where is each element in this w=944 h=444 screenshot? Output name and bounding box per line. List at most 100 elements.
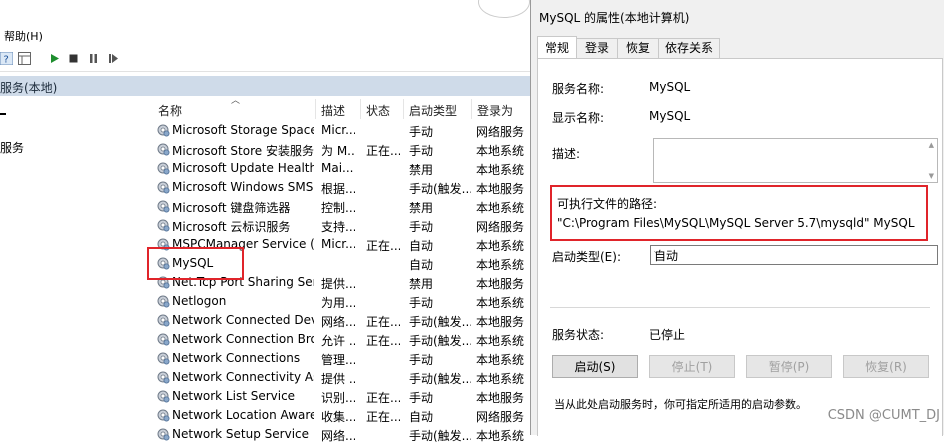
service-startup-type: 手动(触发...	[409, 334, 471, 348]
tab-recovery[interactable]: 恢复	[617, 38, 659, 58]
dialog-title: MySQL 的属性(本地计算机)	[539, 11, 690, 25]
service-description: 提供...	[321, 277, 355, 291]
column-header-description[interactable]: 描述	[321, 102, 345, 119]
service-name-label: 服务名称:	[552, 82, 605, 96]
tree-item-services[interactable]: 服务	[0, 139, 24, 156]
start-button[interactable]: 启动(S)	[552, 355, 638, 378]
service-name: Netlogon	[172, 294, 227, 308]
service-status: 正在...	[366, 315, 400, 329]
startup-type-select[interactable]: 自动 ⌵	[650, 245, 938, 265]
tab-general[interactable]: 常规	[537, 36, 577, 58]
service-name-value: MySQL	[649, 80, 691, 94]
table-row[interactable]: Netlogon 为用... 手动 本地系统	[154, 292, 530, 311]
service-startup-type: 禁用	[409, 163, 434, 177]
service-name: Microsoft Windows SMS ...	[172, 180, 314, 194]
pause-button[interactable]: 暂停(P)	[746, 355, 832, 378]
svg-text:?: ?	[4, 55, 9, 66]
service-description: 支持...	[321, 220, 355, 234]
highlight-box-path: 可执行文件的路径: "C:\Program Files\MySQL\MySQL …	[550, 185, 928, 241]
table-row[interactable]: Microsoft 云标识服务 支持... 手动 网络服务	[154, 216, 530, 235]
service-logon: 网络服务	[476, 410, 525, 424]
service-description: Mai...	[321, 161, 354, 175]
console-icon[interactable]	[18, 52, 31, 65]
description-textbox[interactable]: ▲ ▼	[653, 138, 938, 183]
service-name: Microsoft Update Health...	[172, 161, 314, 175]
gear-icon	[157, 428, 170, 441]
service-status: 正在...	[366, 144, 400, 158]
tab-dependencies[interactable]: 依存关系	[658, 38, 720, 58]
column-header-startup-type[interactable]: 启动类型	[409, 102, 457, 119]
service-name: Network List Service	[172, 389, 296, 403]
table-row[interactable]: Microsoft Update Health... Mai... 禁用 本地系统	[154, 159, 530, 178]
service-logon: 本地系统	[476, 372, 525, 386]
table-row[interactable]: Network Connection Bro... 允许 ... 正在... 手动(触…	[154, 330, 530, 349]
path-label: 可执行文件的路径:	[557, 197, 658, 211]
column-header-status[interactable]: 状态	[366, 102, 390, 119]
description-label: 描述:	[552, 147, 581, 161]
table-row[interactable]: Microsoft 键盘筛选器 控制... 禁用 本地系统	[154, 197, 530, 216]
table-row[interactable]: Network List Service 识别... 正在... 手动 本地服务	[154, 387, 530, 406]
pane-header: 服务(本地)	[0, 76, 530, 96]
table-row[interactable]: Microsoft Store 安装服务为 M... 正在... 手动 本地系统	[154, 140, 530, 159]
service-startup-type: 自动	[409, 239, 434, 253]
service-startup-type: 手动(触发...	[409, 429, 471, 443]
service-startup-type: 手动	[409, 144, 434, 158]
service-logon: 本地系统	[476, 163, 525, 177]
play-icon[interactable]	[48, 52, 61, 65]
service-logon: 本地系统	[476, 296, 525, 310]
service-logon: 网络服务	[476, 220, 525, 234]
scroll-up-icon[interactable]: ▲	[929, 141, 934, 149]
menu-help[interactable]: 帮助(H)	[4, 28, 43, 44]
service-description: Micr...	[321, 123, 355, 137]
service-status: 正在...	[366, 391, 400, 405]
service-status: 正在...	[366, 239, 400, 253]
pause-icon[interactable]	[87, 52, 100, 65]
table-row[interactable]: Network Connections 管理... 手动 本地系统	[154, 349, 530, 368]
divider	[550, 307, 930, 308]
column-divider	[471, 99, 472, 119]
service-name: Microsoft 键盘筛选器	[172, 201, 291, 215]
service-description: 收集...	[321, 410, 355, 424]
scroll-down-icon[interactable]: ▼	[929, 172, 934, 180]
service-logon: 本地系统	[476, 429, 525, 443]
column-header-name[interactable]: 名称	[158, 102, 182, 119]
overlay-window-edge	[478, 0, 530, 18]
service-description: 网络...	[321, 315, 355, 329]
watermark: CSDN @CUMT_DJ	[827, 408, 940, 423]
tab-logon[interactable]: 登录	[576, 38, 618, 58]
column-header-logon[interactable]: 登录为	[477, 102, 513, 119]
table-row[interactable]: Network Connected Devi... 网络... 正在... 手动(触发…	[154, 311, 530, 330]
help-icon[interactable]: ?	[0, 52, 13, 65]
service-description: 控制...	[321, 201, 355, 215]
service-name: Microsoft Storage Space...	[172, 123, 314, 137]
restart-icon[interactable]	[107, 52, 120, 65]
gear-icon	[157, 181, 170, 194]
startup-type-label: 启动类型(E):	[552, 250, 621, 264]
service-startup-type: 自动	[409, 258, 434, 272]
resume-button[interactable]: 恢复(R)	[843, 355, 929, 378]
stop-button[interactable]: 停止(T)	[649, 355, 735, 378]
gear-icon	[157, 162, 170, 175]
stop-icon[interactable]	[67, 52, 80, 65]
service-logon: 网络服务	[476, 125, 525, 139]
service-name: Network Location Aware...	[172, 408, 314, 422]
column-divider	[403, 99, 404, 119]
table-row[interactable]: Microsoft Storage Space... Micr... 手动 网络服务	[154, 121, 530, 140]
properties-dialog: MySQL 的属性(本地计算机) 常规 登录 恢复 依存关系 服务名称: MyS…	[530, 0, 944, 436]
table-row[interactable]: Microsoft Windows SMS ... 根据... 手动(触发... 本地…	[154, 178, 530, 197]
service-description: 识别...	[321, 391, 355, 405]
table-row[interactable]: Network Connectivity Ass... 提供 ... 手动(触发..…	[154, 368, 530, 387]
service-logon: 本地服务	[476, 277, 525, 291]
highlight-box-mysql-row	[147, 247, 244, 280]
service-startup-type: 手动(触发...	[409, 315, 471, 329]
service-name: Network Connection Bro...	[172, 332, 314, 346]
gear-icon	[157, 124, 170, 137]
service-description: 提供 ...	[321, 372, 355, 386]
table-row[interactable]: Network Location Aware... 收集... 正在... 自动 网络服…	[154, 406, 530, 425]
service-description: Micr...	[321, 237, 355, 251]
service-startup-type: 手动	[409, 353, 434, 367]
status-label: 服务状态:	[552, 328, 605, 342]
gear-icon	[157, 219, 170, 232]
column-divider	[360, 99, 361, 119]
service-description: 为用...	[321, 296, 355, 310]
